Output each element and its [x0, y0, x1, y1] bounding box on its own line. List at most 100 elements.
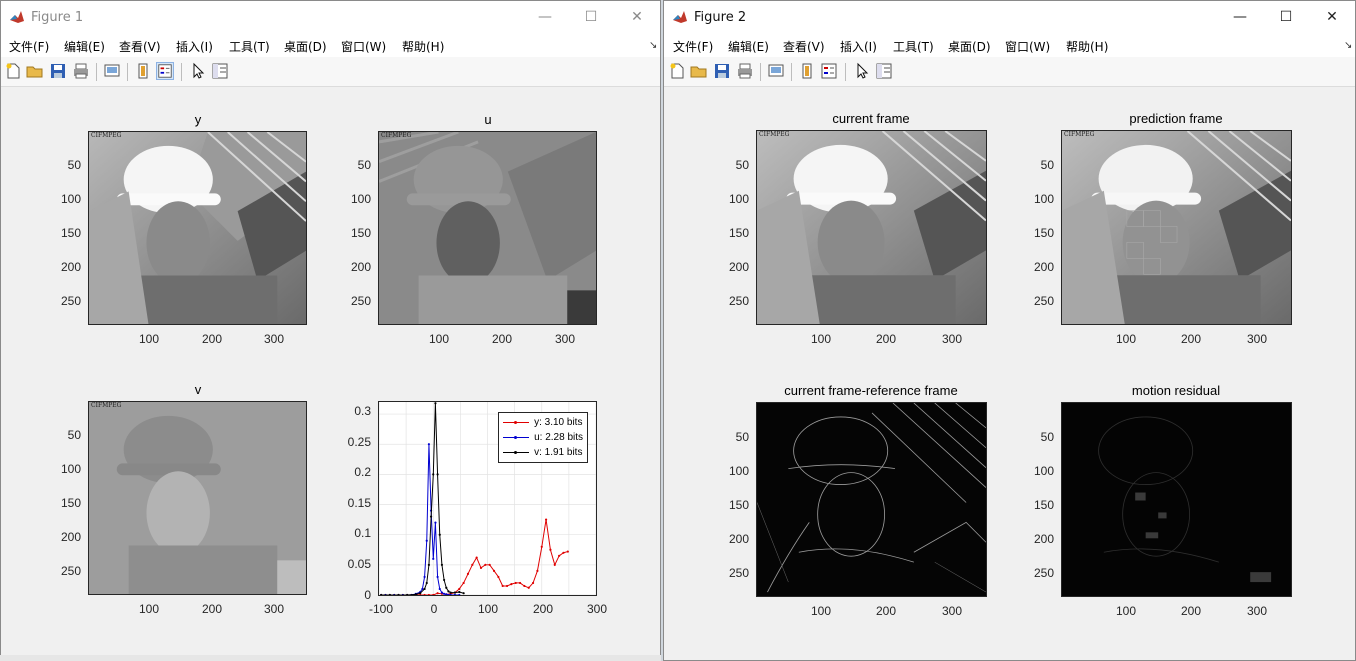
- data-point: [445, 586, 448, 589]
- new-figure-icon[interactable]: [4, 62, 22, 80]
- dock-arrow-icon[interactable]: ↘: [649, 40, 657, 51]
- data-point: [440, 563, 444, 566]
- ytick: 0.05: [347, 557, 371, 571]
- figure-canvas[interactable]: current frame CIFMPEG 50 100 150 200 250…: [664, 88, 1355, 660]
- data-point: [438, 533, 441, 536]
- ytick: 100: [728, 464, 749, 478]
- ytick: 250: [350, 294, 371, 308]
- title-bar[interactable]: Figure 1 — ☐ ✕: [1, 1, 660, 33]
- xtick: 100: [138, 332, 160, 346]
- menu-file[interactable]: 文件(F): [9, 38, 49, 55]
- image-axes-prediction-frame[interactable]: CIFMPEG: [1061, 130, 1292, 325]
- close-button[interactable]: ✕: [1309, 1, 1355, 33]
- image-current-frame: [757, 131, 986, 324]
- image-motion-residual: [1062, 403, 1291, 596]
- legend-icon[interactable]: [820, 62, 838, 80]
- maximize-button[interactable]: ☐: [568, 1, 614, 33]
- new-figure-icon[interactable]: [668, 62, 686, 80]
- image-axes-frame-difference[interactable]: [756, 402, 987, 597]
- pointer-icon[interactable]: [853, 62, 871, 80]
- ytick: 100: [350, 192, 371, 206]
- title-bar[interactable]: Figure 2 — ☐ ✕: [664, 1, 1355, 33]
- menu-insert[interactable]: 插入(I): [176, 38, 213, 55]
- plot-title-frame-difference: current frame-reference frame: [784, 383, 958, 398]
- image-axes-v[interactable]: CIFMPEG: [88, 401, 307, 595]
- open-file-icon[interactable]: [26, 62, 44, 80]
- legend-swatch: [503, 434, 530, 442]
- toolbar-separator: [181, 63, 182, 81]
- menu-help[interactable]: 帮助(H): [1066, 38, 1108, 55]
- menu-file[interactable]: 文件(F): [673, 38, 713, 55]
- legend-entry-v: v: 1.91 bits: [503, 445, 583, 460]
- figure-2-window[interactable]: Figure 2 — ☐ ✕ 文件(F) 编辑(E) 查看(V) 插入(I) 工…: [663, 0, 1356, 661]
- ytick: 200: [60, 260, 81, 274]
- ytick: 50: [1040, 158, 1054, 172]
- data-point: [432, 473, 435, 476]
- menu-window[interactable]: 窗口(W): [1005, 38, 1050, 55]
- data-point: [527, 586, 530, 589]
- ytick: 100: [1033, 192, 1054, 206]
- data-point: [443, 592, 446, 595]
- image-watermark: CIFMPEG: [1064, 131, 1095, 138]
- link-plot-icon[interactable]: [103, 62, 121, 80]
- image-axes-motion-residual[interactable]: [1061, 402, 1292, 597]
- maximize-button[interactable]: ☐: [1263, 1, 1309, 33]
- plot-title-v: v: [194, 382, 202, 397]
- save-icon[interactable]: [713, 62, 731, 80]
- minimize-button[interactable]: —: [522, 1, 568, 33]
- menu-edit[interactable]: 编辑(E): [728, 38, 769, 55]
- menu-edit[interactable]: 编辑(E): [64, 38, 105, 55]
- xtick: 200: [1180, 604, 1202, 618]
- property-editor-icon[interactable]: [875, 62, 893, 80]
- data-point: [423, 575, 426, 578]
- property-editor-icon[interactable]: [211, 62, 229, 80]
- legend-swatch: [503, 449, 530, 457]
- figure-1-window[interactable]: Figure 1 — ☐ ✕ 文件(F) 编辑(E) 查看(V) 插入(I) 工…: [0, 0, 661, 661]
- data-point: [425, 539, 428, 542]
- ytick: 200: [350, 260, 371, 274]
- data-point: [447, 590, 450, 593]
- print-icon[interactable]: [72, 62, 90, 80]
- ytick: 100: [1033, 464, 1054, 478]
- figure-canvas[interactable]: y CIFMPEG 50 100 150 200 250 100 200 300: [1, 88, 660, 660]
- legend-icon[interactable]: [156, 62, 174, 80]
- xtick: 300: [263, 602, 285, 616]
- link-plot-icon[interactable]: [767, 62, 785, 80]
- data-point: [545, 518, 548, 521]
- data-point: [566, 550, 569, 553]
- data-point: [432, 593, 435, 595]
- pointer-icon[interactable]: [189, 62, 207, 80]
- legend[interactable]: y: 3.10 bits u: 2.28 bits v: 1.91 bits: [498, 412, 588, 463]
- minimize-button[interactable]: —: [1217, 1, 1263, 33]
- xtick: 200: [201, 332, 223, 346]
- ytick: 50: [735, 158, 749, 172]
- menu-view[interactable]: 查看(V): [783, 38, 825, 55]
- save-icon[interactable]: [49, 62, 67, 80]
- open-file-icon[interactable]: [690, 62, 708, 80]
- image-axes-u[interactable]: CIFMPEG: [378, 131, 597, 325]
- toolbar: [664, 57, 1355, 87]
- menu-desktop[interactable]: 桌面(D): [284, 38, 327, 55]
- menu-desktop[interactable]: 桌面(D): [948, 38, 991, 55]
- data-point: [440, 591, 444, 594]
- histogram-axes[interactable]: y: 3.10 bits u: 2.28 bits v: 1.91 bits: [378, 401, 597, 596]
- colorbar-icon[interactable]: [798, 62, 816, 80]
- close-button[interactable]: ✕: [614, 1, 660, 33]
- menu-tools[interactable]: 工具(T): [893, 38, 934, 55]
- window-title: Figure 2: [694, 10, 747, 25]
- menu-view[interactable]: 查看(V): [119, 38, 161, 55]
- print-icon[interactable]: [736, 62, 754, 80]
- menu-insert[interactable]: 插入(I): [840, 38, 877, 55]
- xtick: 200: [1180, 332, 1202, 346]
- menu-tools[interactable]: 工具(T): [229, 38, 270, 55]
- data-point: [419, 592, 422, 595]
- xtick: 100: [1115, 604, 1137, 618]
- menu-window[interactable]: 窗口(W): [341, 38, 386, 55]
- menu-help[interactable]: 帮助(H): [402, 38, 444, 55]
- legend-label: u: 2.28 bits: [534, 432, 583, 443]
- image-axes-y[interactable]: CIFMPEG: [88, 131, 307, 325]
- xtick: 100: [477, 602, 499, 616]
- colorbar-icon[interactable]: [134, 62, 152, 80]
- image-axes-current-frame[interactable]: CIFMPEG: [756, 130, 987, 325]
- dock-arrow-icon[interactable]: ↘: [1344, 40, 1352, 51]
